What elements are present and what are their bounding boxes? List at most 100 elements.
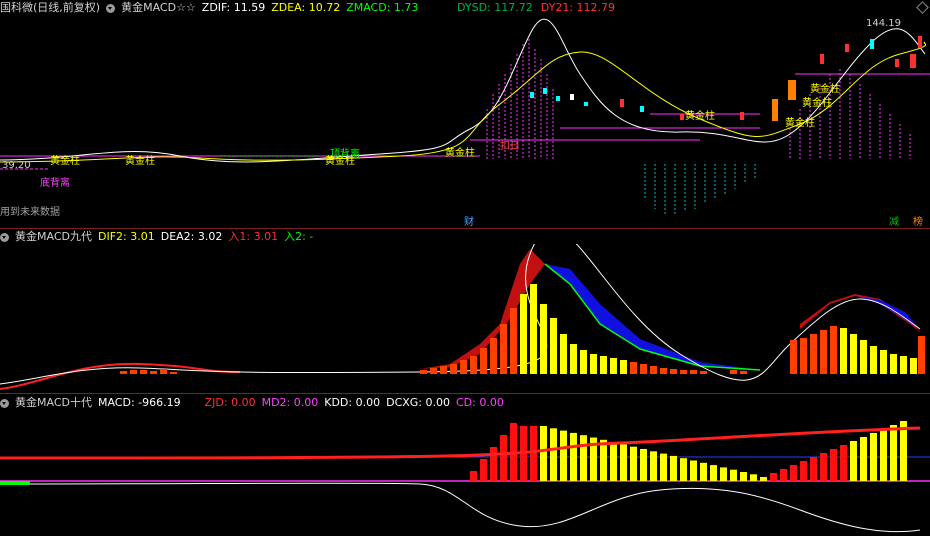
histogram-bar (540, 304, 547, 374)
histogram-bar (570, 344, 577, 374)
histogram-bar (770, 473, 777, 481)
panel2-in2: 入2: - (284, 230, 314, 243)
histogram-bar (810, 334, 817, 374)
histogram-bar (500, 324, 507, 374)
histogram-bar (700, 371, 707, 374)
histogram-bar (630, 362, 637, 374)
histogram-bar (680, 370, 687, 374)
panel3-cd: CD: 0.00 (456, 396, 504, 409)
histogram-bar (650, 366, 657, 374)
panel2-dropdown-icon[interactable] (0, 232, 9, 242)
histogram-bar (750, 474, 757, 481)
histogram-bar (730, 469, 737, 481)
panel2-dea2: DEA2: 3.02 (160, 230, 223, 243)
histogram-bar (460, 360, 467, 374)
histogram-bar (130, 370, 137, 374)
histogram-bar (530, 426, 537, 481)
histogram-bar (560, 334, 567, 374)
histogram-bar (900, 356, 907, 374)
annotation-golden-bar-3: 黄金柱 (325, 154, 355, 167)
histogram-bar (640, 364, 647, 374)
histogram-bar (850, 441, 857, 481)
histogram-bar (880, 429, 887, 481)
histogram-bar (670, 455, 677, 481)
histogram-bar (440, 366, 447, 374)
panel3-kdd: KDD: 0.00 (324, 396, 381, 409)
histogram-bar (840, 328, 847, 374)
histogram-bar (918, 336, 925, 374)
histogram-bar (600, 356, 607, 374)
panel2-header: 黄金MACD九代 DIF2: 3.01 DEA2: 3.02 入1: 3.01 … (0, 229, 313, 245)
histogram-bar (560, 430, 567, 481)
histogram-bar (480, 459, 487, 481)
histogram-bar (870, 346, 877, 374)
histogram-bar (120, 371, 127, 374)
histogram-bar (810, 457, 817, 481)
histogram-bar (550, 318, 557, 374)
histogram-bar (450, 364, 457, 374)
annotation-golden-bar-5: 黄金柱 (685, 109, 715, 122)
histogram-bar (820, 453, 827, 481)
annotation-golden-bar-1: 黄金柱 (50, 154, 80, 167)
histogram-bar (170, 372, 177, 374)
histogram-bar (730, 370, 737, 374)
annotation-golden-bar-4: 黄金柱 (445, 146, 475, 159)
histogram-bar (820, 330, 827, 374)
panel2-macd-chart[interactable] (0, 244, 930, 394)
histogram-bar (580, 435, 587, 481)
histogram-bar (700, 462, 707, 481)
histogram-bar (500, 435, 507, 481)
histogram-bar (660, 453, 667, 481)
panel-separator-2 (0, 393, 930, 394)
annotation-golden-bar-7: 黄金柱 (802, 96, 832, 109)
histogram-bar (520, 294, 527, 374)
future-data-label: 用到未来数据 (0, 207, 60, 218)
histogram-bar (790, 465, 797, 481)
histogram-bar (580, 350, 587, 374)
histogram-bar (540, 426, 547, 481)
histogram-bar (850, 334, 857, 374)
histogram-bar (620, 444, 627, 481)
histogram-bar (860, 340, 867, 374)
histogram-bar (590, 354, 597, 374)
panel3-name[interactable]: 黄金MACD十代 (15, 395, 92, 411)
main-price-chart[interactable]: 黄金柱 黄金柱 顶背离 黄金柱 黄金柱 扣日 底背离 黄金柱 黄金柱 黄金柱 黄… (0, 14, 930, 228)
histogram-bar (610, 358, 617, 374)
histogram-bar (740, 371, 747, 374)
histogram-bar (790, 340, 797, 374)
histogram-bar (760, 477, 767, 481)
histogram-bar (910, 358, 917, 374)
annotation-golden-bar-8: 黄金柱 (810, 82, 840, 95)
histogram-bar (610, 442, 617, 481)
histogram-bar (150, 371, 157, 374)
histogram-bar (680, 458, 687, 481)
histogram-bar (830, 449, 837, 481)
histogram-bar (530, 284, 537, 374)
histogram-bar (710, 465, 717, 481)
panel2-name[interactable]: 黄金MACD九代 (15, 229, 92, 245)
indicator-dropdown-icon[interactable] (106, 3, 116, 13)
histogram-bar (840, 445, 847, 481)
histogram-bar (470, 356, 477, 374)
histogram-bar (870, 433, 877, 481)
histogram-bar (490, 447, 497, 481)
histogram-bar (830, 326, 837, 374)
panel-settings-icon[interactable] (916, 1, 929, 14)
panel3-dcxg: DCXG: 0.00 (386, 396, 450, 409)
panel3-dropdown-icon[interactable] (0, 398, 9, 408)
histogram-bar (890, 354, 897, 374)
histogram-bar (550, 428, 557, 481)
panel3-md2: MD2: 0.00 (261, 396, 319, 409)
histogram-bar (600, 439, 607, 481)
histogram-bar (140, 370, 147, 374)
price-left-label: 39.20 (2, 160, 31, 171)
histogram-bar (690, 460, 697, 481)
panel3-macd-chart[interactable] (0, 410, 930, 536)
histogram-bar (570, 432, 577, 481)
panel3-zjd: ZJD: 0.00 (204, 396, 256, 409)
annotation-kou-ri: 扣日 (500, 139, 520, 152)
panel3-macd: MACD: -966.19 (97, 396, 181, 409)
panel2-in1: 入1: 3.01 (228, 230, 279, 243)
panel3-header: 黄金MACD十代 MACD: -966.19 ZJD: 0.00 MD2: 0.… (0, 395, 504, 411)
histogram-bar (880, 350, 887, 374)
